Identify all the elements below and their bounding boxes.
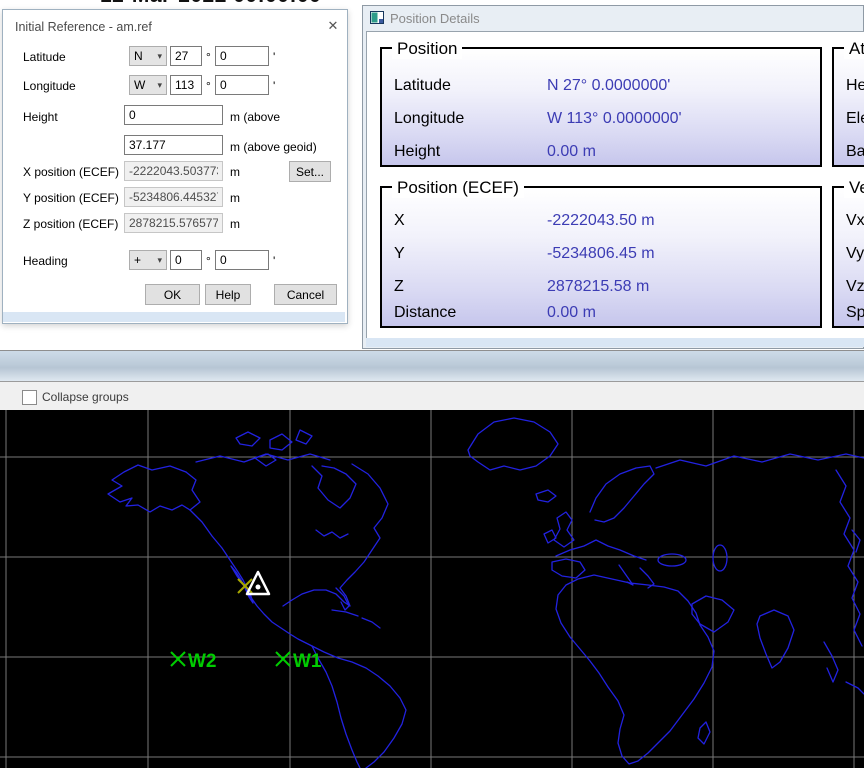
- row-label: Longitude: [394, 110, 464, 128]
- y-ecef-unit: m: [230, 191, 240, 205]
- row-value: 2878215.58 m: [547, 278, 649, 296]
- position-details-bottom-strip: [366, 338, 864, 347]
- longitude-minute-symbol: ': [273, 79, 275, 93]
- heading-label: Heading: [23, 254, 68, 268]
- waypoint-w1-marker[interactable]: W1: [276, 651, 322, 672]
- heading-minutes-input[interactable]: [215, 250, 269, 270]
- z-ecef-unit: m: [230, 217, 240, 231]
- latitude-label: Latitude: [23, 50, 66, 64]
- screen: 12-Mar-2022 00:00:00 Initial Reference -…: [0, 0, 864, 768]
- heading-sign-value: +: [134, 253, 141, 267]
- window-icon: [370, 11, 384, 24]
- row-label: Height: [394, 143, 440, 161]
- row-value: -2222043.50 m: [547, 212, 655, 230]
- cancel-button[interactable]: Cancel: [274, 284, 337, 305]
- ok-button[interactable]: OK: [145, 284, 200, 305]
- longitude-hemisphere-value: W: [134, 78, 145, 92]
- position-ecef-group-title: Position (ECEF): [392, 178, 524, 198]
- close-icon[interactable]: ✕: [323, 17, 343, 35]
- row-label: Elev: [846, 110, 864, 128]
- row-label: Ban: [846, 143, 864, 161]
- help-button[interactable]: Help: [205, 284, 251, 305]
- row-label: Vx: [846, 212, 864, 230]
- longitude-label: Longitude: [23, 79, 76, 93]
- row-value: W 113° 0.0000000': [547, 110, 682, 128]
- waypoint-w1-label: W1: [293, 651, 322, 672]
- waypoint-w2-marker[interactable]: W2: [171, 651, 217, 672]
- y-ecef-label: Y position (ECEF): [23, 191, 119, 205]
- height-geoid-input[interactable]: [124, 135, 223, 155]
- collapse-groups-checkbox[interactable]: [22, 390, 37, 405]
- height-geoid-unit: m (above geoid): [230, 140, 317, 154]
- heading-minute-symbol: ': [273, 254, 275, 268]
- longitude-minutes-input[interactable]: [215, 75, 269, 95]
- latitude-hemisphere-select[interactable]: N ▾: [129, 46, 167, 66]
- coastlines: [108, 418, 864, 768]
- world-map-svg: W2 W1: [0, 410, 864, 768]
- waypoint-w2-label: W2: [188, 651, 217, 672]
- row-value: 0.00 m: [547, 143, 596, 161]
- x-ecef-field: [124, 161, 223, 181]
- heading-degrees-input[interactable]: [170, 250, 202, 270]
- height-label: Height: [23, 110, 58, 124]
- heading-sign-select[interactable]: + ▾: [129, 250, 167, 270]
- dialog-bottom-strip: [3, 312, 345, 322]
- latitude-degrees-input[interactable]: [170, 46, 202, 66]
- row-value: N 27° 0.0000000': [547, 77, 670, 95]
- latitude-hemisphere-value: N: [134, 49, 143, 63]
- attitude-group-title: Atti: [844, 39, 864, 59]
- chevron-down-icon: ▾: [157, 255, 162, 266]
- world-map-view[interactable]: W2 W1: [0, 410, 864, 768]
- x-ecef-unit: m: [230, 165, 240, 179]
- chevron-down-icon: ▾: [157, 80, 162, 91]
- map-window-titlebar-band: [0, 351, 864, 381]
- collapse-groups-label: Collapse groups: [42, 390, 129, 404]
- set-button[interactable]: Set...: [289, 161, 331, 182]
- latitude-minute-symbol: ': [273, 50, 275, 64]
- row-label: Z: [394, 278, 404, 296]
- velocity-group-partial: Velo Vx Vy Vz Spe: [832, 186, 864, 328]
- latitude-degree-symbol: °: [206, 50, 211, 64]
- velocity-group-title: Velo: [844, 178, 864, 198]
- dialog-title: Initial Reference - am.ref: [15, 20, 152, 34]
- row-label: X: [394, 212, 405, 230]
- row-label: Spe: [846, 304, 864, 322]
- longitude-degree-symbol: °: [206, 79, 211, 93]
- initial-reference-dialog: Initial Reference - am.ref ✕ Latitude N …: [2, 9, 348, 324]
- height-unit: m (above: [230, 110, 280, 124]
- row-label: Vy: [846, 245, 864, 263]
- position-group: Position Latitude N 27° 0.0000000' Longi…: [380, 47, 822, 167]
- clipped-datetime-display: 12-Mar-2022 00:00:00: [100, 0, 370, 8]
- row-label: Latitude: [394, 77, 451, 95]
- x-ecef-label: X position (ECEF): [23, 165, 119, 179]
- row-label: Y: [394, 245, 405, 263]
- row-value: -5234806.45 m: [547, 245, 655, 263]
- map-grid: [0, 410, 864, 768]
- row-value: 0.00 m: [547, 304, 596, 322]
- height-input[interactable]: [124, 105, 223, 125]
- attitude-group-partial: Atti Hea Elev Ban: [832, 47, 864, 167]
- row-label: Distance: [394, 304, 456, 322]
- longitude-hemisphere-select[interactable]: W ▾: [129, 75, 167, 95]
- y-ecef-field: [124, 187, 223, 207]
- z-ecef-field: [124, 213, 223, 233]
- map-toolbar-strip: [0, 382, 864, 410]
- latitude-minutes-input[interactable]: [215, 46, 269, 66]
- position-details-title: Position Details: [390, 11, 480, 26]
- heading-degree-symbol: °: [206, 254, 211, 268]
- row-label: Hea: [846, 77, 864, 95]
- longitude-degrees-input[interactable]: [170, 75, 202, 95]
- z-ecef-label: Z position (ECEF): [23, 217, 118, 231]
- position-group-title: Position: [392, 39, 462, 59]
- chevron-down-icon: ▾: [157, 51, 162, 62]
- row-label: Vz: [846, 278, 864, 296]
- position-ecef-group: Position (ECEF) X -2222043.50 m Y -52348…: [380, 186, 822, 328]
